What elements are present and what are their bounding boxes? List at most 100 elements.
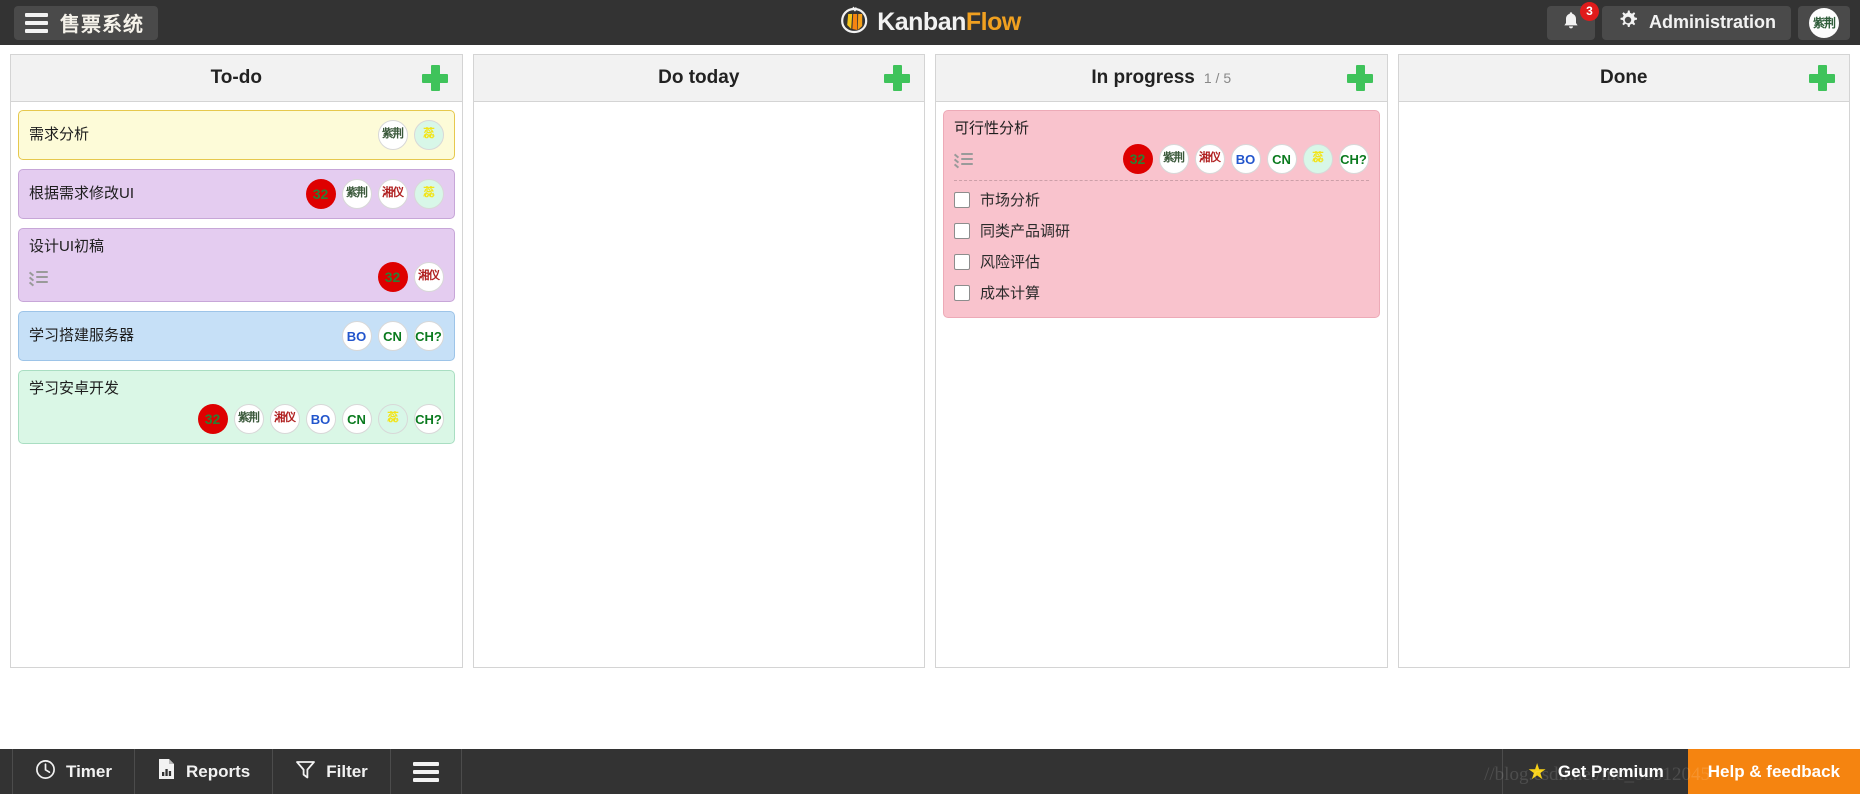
- subtask-label: 成本计算: [980, 285, 1041, 302]
- clock-icon: [35, 759, 56, 785]
- column-header: Do today: [473, 55, 925, 102]
- assignee-avatar: 湘仪: [413, 262, 444, 292]
- get-premium-label: Get Premium: [1557, 761, 1664, 781]
- column-card-list: 需求分析 紫荆蕊根据需求修改UI 32 紫荆 湘仪蕊设计UI初稿 32 湘仪 学习搭建服务器 B…: [11, 102, 462, 667]
- board-menu-button[interactable]: 售票系统: [14, 5, 158, 40]
- user-menu-button[interactable]: 紫荆: [1798, 5, 1850, 40]
- bottom-menu-button[interactable]: [391, 749, 462, 794]
- bottom-bar-right: ★ Get Premium Help & feedback: [1502, 749, 1860, 794]
- tomato-logo-icon: [839, 5, 869, 40]
- column-title-wrap: In progress 1 / 5: [936, 67, 1387, 89]
- logo-kanban-text: Kanban: [877, 8, 966, 36]
- reports-label: Reports: [186, 761, 251, 781]
- task-card[interactable]: 需求分析 紫荆蕊: [18, 110, 455, 160]
- task-card-title: 学习搭建服务器: [29, 327, 135, 344]
- avatar: 紫荆: [1809, 7, 1839, 38]
- task-card[interactable]: 可行性分析 32 紫荆 湘仪 BO CN 蕊 CH? 市场分析同类产品调研 风险评估成本计算: [943, 110, 1380, 318]
- add-task-button[interactable]: [1809, 65, 1835, 91]
- assignee-avatar: CH?: [1338, 144, 1369, 174]
- checklist-icon: [953, 152, 973, 168]
- subtask-checkbox[interactable]: [954, 284, 970, 301]
- subtask-label: 风险评估: [980, 254, 1041, 271]
- task-card-meta-row: 32 紫荆 湘仪 BO CN 蕊 CH?: [29, 404, 444, 434]
- pomodoro-count-badge: 32: [197, 404, 228, 434]
- subtask-item[interactable]: 同类产品调研: [954, 215, 1369, 246]
- column-card-list: 可行性分析 32 紫荆 湘仪 BO CN 蕊 CH? 市场分析同类产品调研 风险评估成本计算: [936, 102, 1387, 667]
- assignee-avatar: 蕊: [413, 179, 444, 209]
- column-title: In progress: [1091, 67, 1195, 88]
- top-bar: 售票系统 KanbanFlow 3 Administration 紫荆: [0, 0, 1860, 45]
- column-title: Done: [1600, 67, 1648, 88]
- task-card-meta-row: 紫荆蕊: [372, 120, 444, 150]
- column-title-wrap: Do today: [474, 67, 925, 89]
- kanbanflow-logo[interactable]: KanbanFlow: [839, 5, 1021, 40]
- subtask-item[interactable]: 市场分析: [954, 184, 1369, 215]
- checklist-icon: [28, 270, 48, 286]
- filter-button[interactable]: Filter: [273, 749, 391, 794]
- subtask-label: 同类产品调研: [980, 223, 1071, 240]
- task-card[interactable]: 设计UI初稿 32 湘仪: [18, 228, 455, 302]
- add-task-button[interactable]: [884, 65, 910, 91]
- administration-button[interactable]: Administration: [1601, 5, 1791, 40]
- assignee-avatar: CN: [1266, 144, 1297, 174]
- column-title-wrap: Done: [1399, 67, 1850, 89]
- subtask-checkbox[interactable]: [954, 253, 970, 270]
- reports-button[interactable]: Reports: [135, 749, 274, 794]
- get-premium-button[interactable]: ★ Get Premium: [1502, 749, 1688, 794]
- filter-label: Filter: [326, 761, 368, 781]
- column-header: In progress 1 / 5: [936, 55, 1387, 102]
- kanban-board: To-do 需求分析 紫荆蕊根据需求修改UI 32 紫荆 湘仪蕊设计UI初稿 32 湘仪 学习搭…: [0, 45, 1860, 749]
- funnel-icon: [295, 759, 316, 785]
- pomodoro-count-badge: 32: [377, 262, 408, 292]
- assignee-avatar: BO: [341, 321, 372, 351]
- assignee-avatar: 湘仪: [1194, 144, 1225, 174]
- hamburger-icon: [412, 761, 439, 782]
- board-column: Done: [1397, 54, 1850, 668]
- administration-label: Administration: [1648, 12, 1776, 32]
- assignee-avatar: 紫荆: [233, 404, 264, 434]
- gear-icon: [1617, 9, 1639, 36]
- task-card-title: 可行性分析: [954, 120, 1030, 137]
- star-icon: ★: [1527, 758, 1547, 784]
- task-card-meta-row: BO CN CH?: [336, 321, 444, 351]
- task-card-meta-row: 32 紫荆 湘仪 BO CN 蕊 CH?: [953, 144, 1369, 174]
- column-header: To-do: [11, 55, 462, 102]
- column-title: Do today: [658, 67, 740, 88]
- card-divider: [954, 180, 1369, 181]
- task-card[interactable]: 学习搭建服务器 BO CN CH?: [18, 311, 455, 361]
- assignee-avatar: 蕊: [1302, 144, 1333, 174]
- top-bar-actions: 3 Administration 紫荆: [1546, 1, 1860, 40]
- assignee-avatar: CN: [377, 321, 408, 351]
- board-column: In progress 1 / 5 可行性分析 32 紫荆 湘仪 BO CN 蕊 CH? 市场分析同…: [935, 54, 1388, 668]
- assignee-avatar: CH?: [413, 321, 444, 351]
- timer-label: Timer: [66, 761, 112, 781]
- logo-flow-text: Flow: [965, 8, 1021, 36]
- board-column: Do today: [472, 54, 925, 668]
- assignee-avatar: CN: [341, 404, 372, 434]
- pomodoro-count-badge: 32: [305, 179, 336, 209]
- assignee-avatar: CH?: [413, 404, 444, 434]
- task-card-title: 学习安卓开发: [29, 380, 120, 397]
- column-title: To-do: [210, 67, 262, 88]
- task-card-meta-row: 32 紫荆 湘仪蕊: [300, 179, 444, 209]
- board-name: 售票系统: [60, 14, 144, 36]
- notifications-button[interactable]: 3: [1546, 1, 1599, 40]
- subtask-checkbox[interactable]: [954, 222, 970, 239]
- column-title-wrap: To-do: [11, 67, 462, 89]
- add-task-button[interactable]: [1346, 65, 1373, 91]
- subtask-checkbox[interactable]: [954, 191, 970, 208]
- subtask-label: 市场分析: [980, 192, 1041, 209]
- task-card-title: 设计UI初稿: [29, 238, 105, 255]
- subtask-item[interactable]: 成本计算: [954, 277, 1369, 308]
- help-and-feedback-button[interactable]: Help & feedback: [1687, 749, 1860, 794]
- timer-button[interactable]: Timer: [12, 749, 135, 794]
- task-card[interactable]: 学习安卓开发 32 紫荆 湘仪 BO CN 蕊 CH?: [18, 370, 455, 444]
- task-card-title: 根据需求修改UI: [29, 185, 135, 202]
- task-card-meta-row: 32 湘仪: [28, 262, 444, 292]
- board-column: To-do 需求分析 紫荆蕊根据需求修改UI 32 紫荆 湘仪蕊设计UI初稿 32 湘仪 学习搭…: [10, 54, 463, 668]
- subtask-item[interactable]: 风险评估: [954, 246, 1369, 277]
- task-card[interactable]: 根据需求修改UI 32 紫荆 湘仪蕊: [18, 169, 455, 219]
- hamburger-icon: [25, 12, 48, 33]
- add-task-button[interactable]: [421, 65, 448, 91]
- assignee-avatar: 湘仪: [269, 404, 300, 434]
